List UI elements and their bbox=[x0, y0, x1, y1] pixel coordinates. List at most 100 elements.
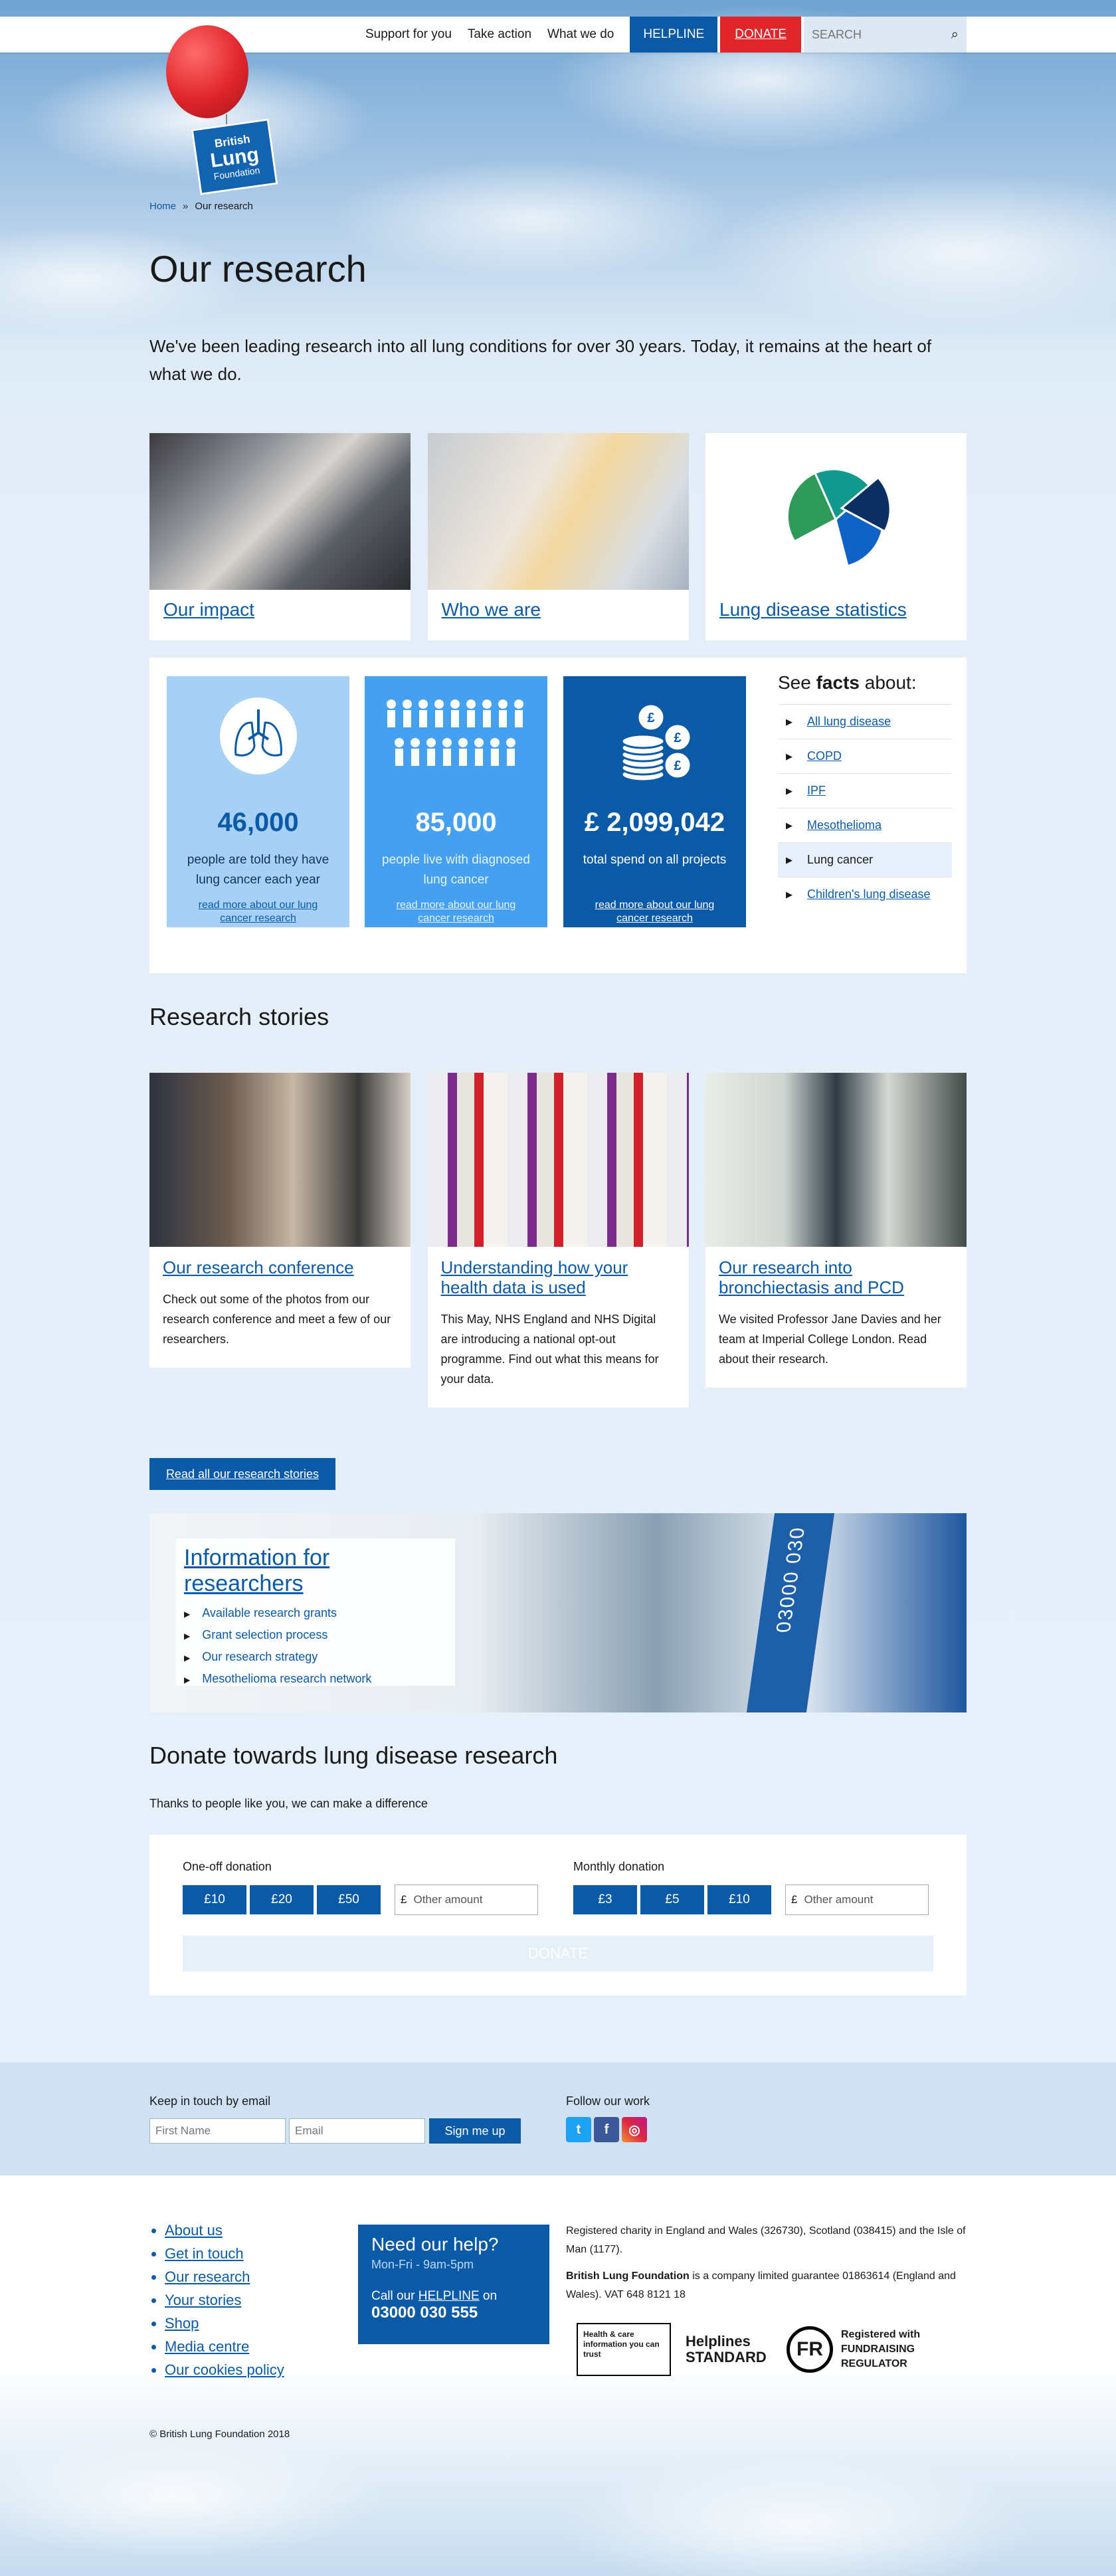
amount-button[interactable]: £3 bbox=[573, 1885, 637, 1914]
lab-researchers-image bbox=[149, 433, 411, 590]
helplines-standard-badge: Helplines STANDARD bbox=[686, 2333, 767, 2365]
info-link-grants[interactable]: ▶ Available research grants bbox=[184, 1606, 447, 1620]
read-all-stories-button[interactable]: Read all our research stories bbox=[149, 1458, 335, 1490]
fact-description: people live with diagnosed lung cancer bbox=[382, 853, 530, 887]
monthly-label: Monthly donation bbox=[573, 1860, 665, 1873]
company-info: British Lung Foundation is a company lim… bbox=[566, 2270, 956, 2300]
footer-link[interactable]: Your stories bbox=[165, 2292, 284, 2309]
svg-text:£: £ bbox=[674, 731, 681, 745]
story-title[interactable]: Our research conference bbox=[163, 1257, 397, 1277]
site-logo[interactable]: British Lung Foundation bbox=[191, 118, 278, 195]
lungs-icon bbox=[219, 696, 298, 779]
amount-button[interactable]: £50 bbox=[317, 1885, 381, 1914]
info-link-mesothelioma-network[interactable]: ▶ Mesothelioma research network bbox=[184, 1672, 447, 1686]
other-amount-field[interactable]: £ Other amount bbox=[395, 1885, 538, 1915]
breadcrumb-home[interactable]: Home bbox=[149, 201, 176, 212]
health-records-photo bbox=[427, 1073, 689, 1247]
help-phone-number[interactable]: 03000 030 555 bbox=[371, 2304, 536, 2322]
card-who-we-are[interactable]: Who we are bbox=[427, 433, 689, 640]
nav-take-action[interactable]: Take action bbox=[468, 27, 531, 42]
helpline-button[interactable]: HELPLINE bbox=[630, 17, 718, 52]
story-text: We visited Professor Jane Davies and her… bbox=[719, 1313, 941, 1366]
fact-box-total-spend: £ £ £ £ 2,099,042 total spend on all proje… bbox=[563, 676, 746, 927]
pie-chart-image bbox=[705, 433, 967, 590]
amount-button[interactable]: £5 bbox=[640, 1885, 704, 1914]
arrow-right-icon: ▶ bbox=[786, 820, 792, 830]
donation-form: One-off donation £10 £20 £50 £ Other amou… bbox=[149, 1835, 967, 1995]
card-our-impact[interactable]: Our impact bbox=[149, 433, 411, 640]
keep-in-touch-label: Keep in touch by email bbox=[149, 2094, 271, 2108]
page-title: Our research bbox=[149, 248, 367, 290]
fact-description: total spend on all projects bbox=[583, 853, 727, 867]
facts-item-all-lung-disease[interactable]: ▶ All lung disease bbox=[778, 704, 952, 739]
footer-link[interactable]: Shop bbox=[165, 2315, 284, 2332]
search-icon[interactable]: ⌕ bbox=[951, 27, 959, 43]
card-lung-disease-statistics[interactable]: Lung disease statistics bbox=[705, 433, 967, 640]
story-title[interactable]: Understanding how your health data is us… bbox=[441, 1257, 676, 1297]
search-input[interactable] bbox=[812, 27, 938, 42]
help-title: Need our help? bbox=[371, 2234, 499, 2254]
sky-footer-background bbox=[0, 2365, 1116, 2576]
info-link-strategy[interactable]: ▶ Our research strategy bbox=[184, 1650, 447, 1664]
facts-item-ipf[interactable]: ▶ IPF bbox=[778, 773, 952, 808]
facts-item-mesothelioma[interactable]: ▶ Mesothelioma bbox=[778, 808, 952, 842]
breadcrumb: Home » Our research bbox=[149, 201, 967, 212]
fact-number: 85,000 bbox=[415, 808, 497, 837]
info-title[interactable]: Information for researchers bbox=[184, 1545, 447, 1597]
arrow-right-icon: ▶ bbox=[786, 854, 792, 865]
story-text: This May, NHS England and NHS Digital ar… bbox=[440, 1313, 659, 1386]
instagram-icon[interactable]: ◎ bbox=[622, 2117, 647, 2142]
amount-button[interactable]: £20 bbox=[250, 1885, 314, 1914]
footer-link[interactable]: Our research bbox=[165, 2268, 284, 2286]
copyright: © British Lung Foundation 2018 bbox=[149, 2429, 290, 2440]
footer-link[interactable]: About us bbox=[165, 2222, 284, 2239]
first-name-input[interactable] bbox=[149, 2118, 286, 2144]
pie-chart-graphic bbox=[786, 468, 891, 567]
story-card[interactable]: Our research into bronchiectasis and PCD… bbox=[705, 1073, 967, 1388]
donate-nav-button[interactable]: DONATE bbox=[720, 17, 801, 52]
footer-link[interactable]: Media centre bbox=[165, 2338, 284, 2355]
sign-up-button[interactable]: Sign me up bbox=[429, 2118, 521, 2144]
facts-about-menu: See facts about: ▶ All lung disease ▶ COPD… bbox=[778, 672, 952, 911]
story-card[interactable]: Our research conference Check out some o… bbox=[149, 1073, 411, 1368]
amount-button[interactable]: £10 bbox=[707, 1885, 771, 1914]
arrow-right-icon: ▶ bbox=[184, 1675, 191, 1685]
nav-support-for-you[interactable]: Support for you bbox=[365, 27, 452, 42]
footer-link[interactable]: Get in touch bbox=[165, 2245, 284, 2262]
fundraising-regulator-badge: FR Registered with FUNDRAISING REGULATOR bbox=[787, 2326, 959, 2373]
lanyard-graphic: 03000 030 bbox=[746, 1513, 835, 1712]
facts-item-copd[interactable]: ▶ COPD bbox=[778, 739, 952, 773]
story-card[interactable]: Understanding how your health data is us… bbox=[427, 1073, 689, 1408]
donate-submit-button[interactable]: DONATE bbox=[183, 1936, 933, 1972]
follow-label: Follow our work bbox=[566, 2094, 650, 2108]
other-amount-field[interactable]: £ Other amount bbox=[785, 1885, 929, 1915]
nav-what-we-do[interactable]: What we do bbox=[547, 27, 614, 42]
need-help-box: Need our help? Mon-Fri - 9am-5pm Call ou… bbox=[358, 2225, 549, 2344]
monthly-donation-group: Monthly donation £3 £5 £10 £ Other amount bbox=[573, 1860, 929, 1915]
research-stories-heading: Research stories bbox=[149, 1003, 329, 1030]
story-title[interactable]: Our research into bronchiectasis and PCD bbox=[719, 1257, 953, 1297]
card-label[interactable]: Our impact bbox=[149, 590, 411, 630]
research-team-photo bbox=[705, 1073, 967, 1247]
facts-panel: 46,000 people are told they have lung ca… bbox=[149, 658, 967, 973]
facebook-icon[interactable]: f bbox=[594, 2117, 619, 2142]
helpline-link[interactable]: HELPLINE bbox=[418, 2289, 480, 2303]
facts-item-childrens-lung-disease[interactable]: ▶ Children's lung disease bbox=[778, 877, 952, 911]
facts-item-lung-cancer[interactable]: ▶ Lung cancer bbox=[778, 842, 952, 877]
info-link-selection[interactable]: ▶ Grant selection process bbox=[184, 1628, 447, 1642]
card-label[interactable]: Lung disease statistics bbox=[705, 590, 967, 630]
fact-read-more-link[interactable]: read more about our lung cancer research bbox=[583, 899, 726, 925]
email-input[interactable] bbox=[289, 2118, 425, 2144]
conference-photo bbox=[149, 1073, 411, 1247]
fact-read-more-link[interactable]: read more about our lung cancer research bbox=[187, 899, 329, 925]
lanyard-text: 03000 030 bbox=[772, 1526, 810, 1633]
donate-heading: Donate towards lung disease research bbox=[149, 1742, 558, 1769]
fact-number: £ 2,099,042 bbox=[584, 808, 725, 837]
amount-button[interactable]: £10 bbox=[183, 1885, 246, 1914]
main-nav: Support for you Take action What we do H… bbox=[349, 17, 967, 52]
footer-link[interactable]: Our cookies policy bbox=[165, 2361, 284, 2379]
fact-read-more-link[interactable]: read more about our lung cancer research bbox=[385, 899, 527, 925]
card-label[interactable]: Who we are bbox=[428, 590, 689, 630]
charity-registration: Registered charity in England and Wales … bbox=[566, 2225, 966, 2255]
twitter-icon[interactable]: t bbox=[566, 2117, 591, 2142]
